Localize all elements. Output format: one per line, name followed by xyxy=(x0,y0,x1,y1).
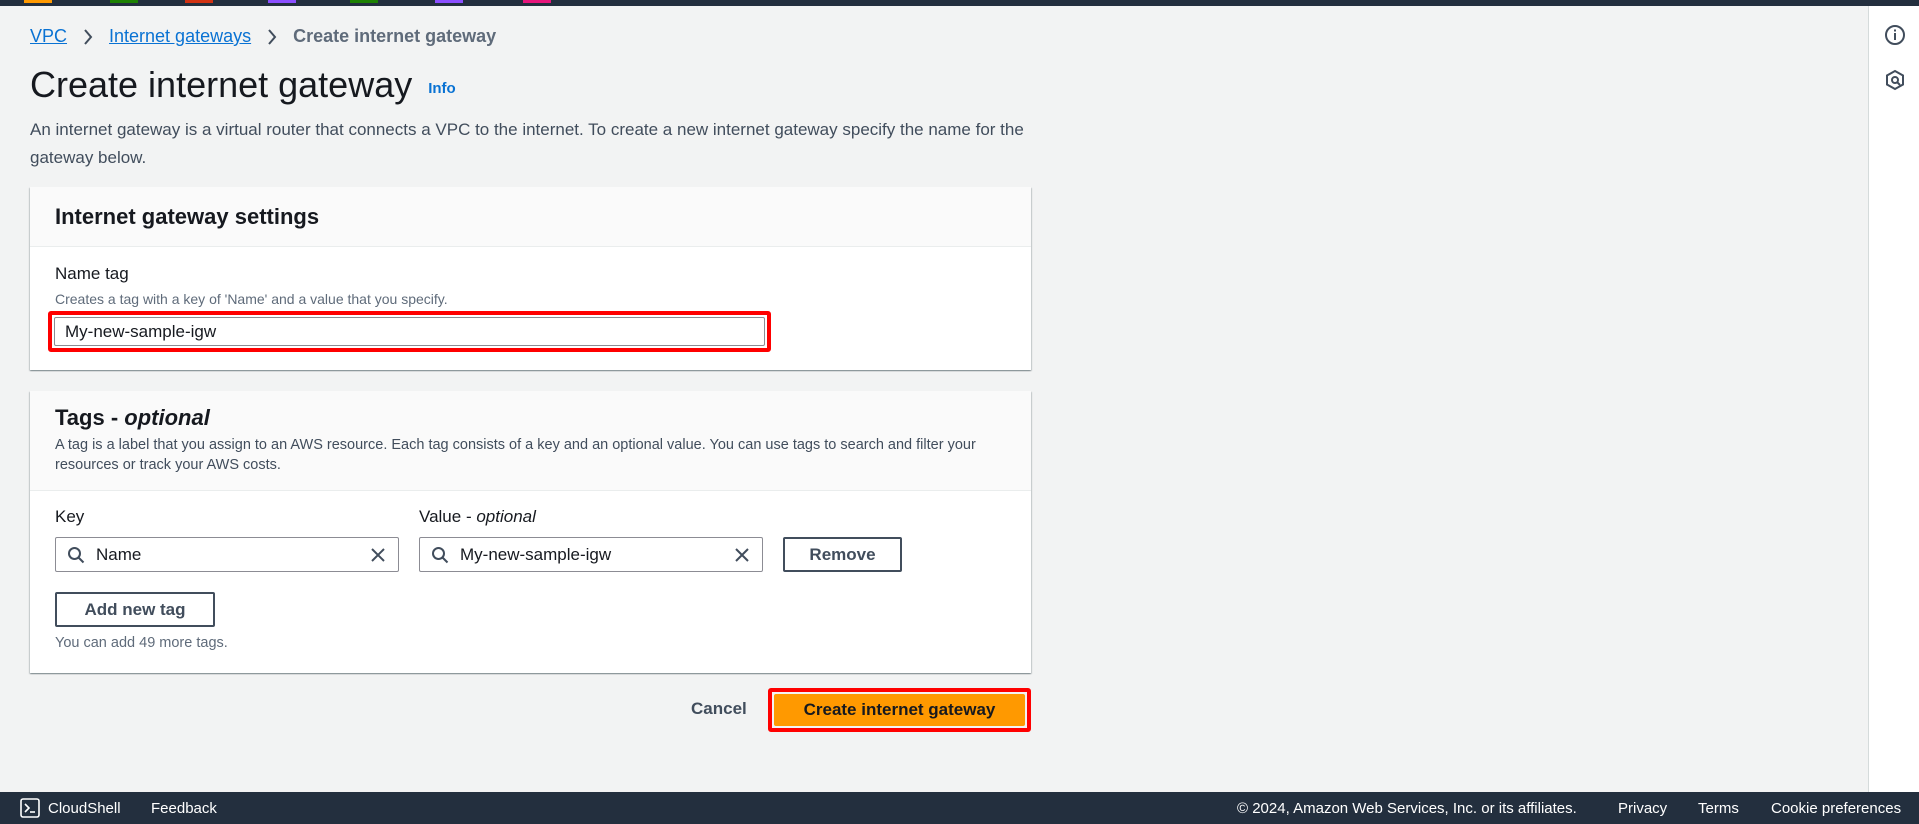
search-icon xyxy=(420,546,460,564)
remove-tag-button[interactable]: Remove xyxy=(783,537,902,572)
highlight-box: Create internet gateway xyxy=(768,688,1031,732)
close-icon[interactable] xyxy=(358,547,398,563)
service-color-chip xyxy=(350,0,378,3)
tags-description: A tag is a label that you assign to an A… xyxy=(55,437,976,473)
panel-title: Tags - optional xyxy=(55,405,1006,431)
privacy-link[interactable]: Privacy xyxy=(1618,792,1667,824)
panel-title-optional: optional xyxy=(124,405,210,430)
breadcrumb-current: Create internet gateway xyxy=(293,26,497,46)
cookie-preferences-link[interactable]: Cookie preferences xyxy=(1771,792,1901,824)
tag-value-input[interactable]: My-new-sample-igw xyxy=(419,537,763,572)
tags-panel: Tags - optional A tag is a label that yo… xyxy=(30,391,1031,673)
key-label: Key xyxy=(55,507,85,526)
cancel-button[interactable]: Cancel xyxy=(691,699,747,719)
tag-key-value: Name xyxy=(96,544,142,564)
search-icon xyxy=(56,546,96,564)
internet-gateway-settings-panel: Internet gateway settings Name tag Creat… xyxy=(30,187,1031,370)
info-icon[interactable] xyxy=(1883,23,1907,47)
cloudshell-button[interactable]: CloudShell xyxy=(20,792,121,824)
service-color-chip xyxy=(268,0,296,3)
close-icon[interactable] xyxy=(722,547,762,563)
breadcrumb-internet-gateways[interactable]: Internet gateways xyxy=(109,26,251,47)
service-color-chip xyxy=(24,0,52,3)
service-color-chip xyxy=(110,0,138,3)
page-title: Create internet gateway Info xyxy=(30,64,456,106)
right-tools-rail xyxy=(1868,6,1919,792)
tag-key-input[interactable]: Name xyxy=(55,537,399,572)
chevron-right-icon xyxy=(83,28,93,45)
info-link[interactable]: Info xyxy=(428,80,456,97)
create-internet-gateway-button[interactable]: Create internet gateway xyxy=(774,694,1025,726)
value-label-prefix: Value - xyxy=(419,507,477,526)
name-tag-description: Creates a tag with a key of 'Name' and a… xyxy=(55,291,448,307)
copyright-text: © 2024, Amazon Web Services, Inc. or its… xyxy=(1237,799,1577,817)
console-footer: CloudShell Feedback © 2024, Amazon Web S… xyxy=(0,792,1919,824)
terminal-icon xyxy=(20,798,40,818)
panel-header: Tags - optional A tag is a label that yo… xyxy=(30,391,1031,491)
chevron-right-icon xyxy=(267,28,277,45)
tags-remaining-hint: You can add 49 more tags. xyxy=(55,635,228,651)
value-label-optional: optional xyxy=(476,507,536,526)
feedback-link[interactable]: Feedback xyxy=(151,792,217,824)
terms-link[interactable]: Terms xyxy=(1698,792,1739,824)
page-title-text: Create internet gateway xyxy=(30,64,413,105)
panel-title: Internet gateway settings xyxy=(55,203,320,229)
feedback-gear-icon[interactable] xyxy=(1883,68,1907,92)
breadcrumb-vpc[interactable]: VPC xyxy=(30,26,67,47)
name-tag-label: Name tag xyxy=(55,264,129,283)
add-new-tag-button[interactable]: Add new tag xyxy=(55,592,215,627)
panel-header: Internet gateway settings xyxy=(30,187,1031,247)
panel-title-prefix: Tags - xyxy=(55,405,125,430)
breadcrumb: VPC Internet gateways Create internet ga… xyxy=(30,26,496,47)
page-description: An internet gateway is a virtual router … xyxy=(30,120,1024,167)
tag-value-value: My-new-sample-igw xyxy=(460,544,612,564)
service-color-chip xyxy=(435,0,463,3)
service-color-chip xyxy=(185,0,213,3)
name-tag-input[interactable] xyxy=(54,317,765,346)
cloudshell-label: CloudShell xyxy=(48,799,121,817)
service-color-chip xyxy=(523,0,551,3)
value-label: Value - optional xyxy=(419,507,536,527)
